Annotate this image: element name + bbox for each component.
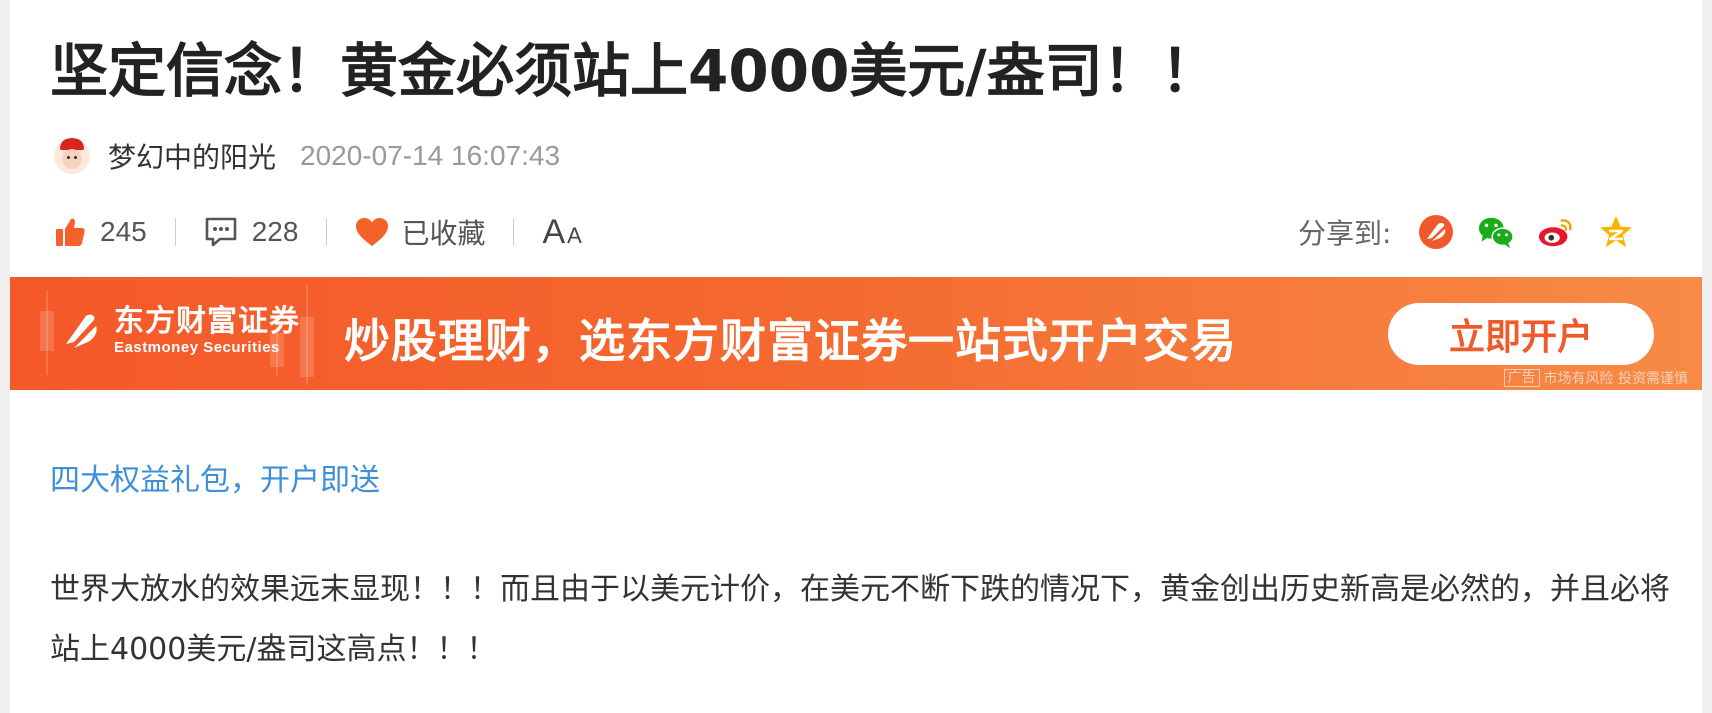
favorite-button[interactable]: 已收藏: [355, 212, 485, 252]
author-row: 梦幻中的阳光 2020-07-14 16:07:43: [54, 136, 560, 176]
favorite-label: 已收藏: [401, 217, 486, 250]
article-title: 坚定信念！黄金必须站上4000美元/盎司！！: [50, 37, 1219, 105]
risk-warning: 市场有风险 投资需谨慎: [1543, 371, 1688, 387]
action-bar: 245 228 已收藏 A A: [54, 208, 582, 256]
brand-name-cn: 东方财富证券: [114, 304, 300, 339]
comment-button[interactable]: 228: [204, 216, 299, 248]
share-label: 分享到:: [1298, 217, 1392, 250]
avatar[interactable]: [54, 138, 90, 174]
ad-banner[interactable]: 东方财富证券 Eastmoney Securities 炒股理财，选东方财富证券…: [10, 277, 1702, 390]
ad-disclaimer: 广告 市场有风险 投资需谨慎: [1503, 368, 1688, 388]
font-size-small-label: A: [567, 222, 582, 248]
divider: [326, 218, 328, 246]
brand-name-en: Eastmoney Securities: [114, 339, 280, 356]
brand-logo-block: 东方财富证券 Eastmoney Securities: [60, 305, 300, 357]
article-paragraph: 世界大放水的效果远末显现！！！而且由于以美元计价，在美元不断下跌的情况下，黄金创…: [50, 572, 1670, 667]
ad-tag: 广告: [1503, 369, 1540, 387]
like-button[interactable]: 245: [54, 216, 147, 248]
like-count: 245: [100, 216, 147, 247]
comment-count: 228: [251, 216, 299, 247]
divider: [174, 218, 176, 246]
banner-slogan: 炒股理财，选东方财富证券一站式开户交易: [344, 314, 1237, 368]
promo-link[interactable]: 四大权益礼包，开户即送: [50, 455, 380, 499]
eastmoney-share-icon[interactable]: [1417, 213, 1455, 251]
post-timestamp: 2020-07-14 16:07:43: [300, 140, 561, 171]
open-account-button[interactable]: 立即开户: [1388, 303, 1654, 365]
font-size-large-label: A: [542, 212, 566, 251]
comment-icon: [204, 216, 238, 248]
article-page: 坚定信念！黄金必须站上4000美元/盎司！！ 梦幻中的阳光 2020-07-14…: [10, 0, 1702, 713]
wechat-icon[interactable]: [1477, 213, 1515, 251]
share-bar: 分享到:: [1298, 212, 1657, 252]
eastmoney-logo-icon: [60, 308, 106, 354]
thumbs-up-icon: [54, 216, 86, 248]
heart-icon: [355, 217, 389, 247]
qzone-icon[interactable]: [1597, 213, 1635, 251]
divider: [513, 218, 515, 246]
author-name[interactable]: 梦幻中的阳光: [108, 136, 276, 176]
weibo-icon[interactable]: [1537, 213, 1575, 251]
font-size-toggle[interactable]: A A: [542, 213, 581, 252]
